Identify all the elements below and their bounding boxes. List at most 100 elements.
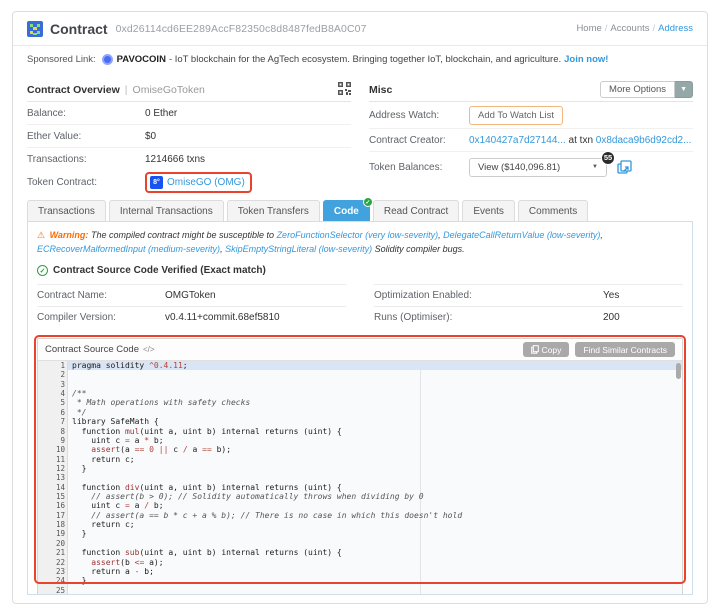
annotation-box-token: 8° OmiseGO (OMG) <box>145 172 252 193</box>
line-number: 8- <box>38 427 71 436</box>
token-contract-row: Token Contract: 8° OmiseGO (OMG) <box>27 171 351 194</box>
code-token: /** <box>72 389 87 399</box>
overview-row-label: Transactions: <box>27 154 87 165</box>
find-similar-contracts-button[interactable]: Find Similar Contracts <box>575 342 675 357</box>
creator-address-link[interactable]: 0x140427a7d27144... <box>469 135 566 146</box>
detail-cell: Compiler Version: v0.4.11+commit.68ef5810 <box>37 306 346 328</box>
line-number-gutter: 1234-567-8-91011121314-15161718192021-22… <box>38 361 71 595</box>
line-number: 2 <box>60 370 65 380</box>
add-to-watch-list-button[interactable]: Add To Watch List <box>469 105 564 125</box>
code-line: } <box>68 529 682 538</box>
line-number: 20 <box>55 538 65 548</box>
creator-at-txn-text: at txn <box>568 134 594 146</box>
breadcrumb-accounts[interactable]: Accounts <box>610 23 649 34</box>
qr-code-icon[interactable] <box>338 81 351 98</box>
compiler-warning: ⚠ Warning: The compiled contract might b… <box>37 229 683 256</box>
code-token: a <box>187 445 203 455</box>
code-editor[interactable]: 1234-567-8-91011121314-15161718192021-22… <box>38 361 682 595</box>
code-token: function <box>72 426 125 436</box>
more-options-caret-icon[interactable]: ▼ <box>675 81 693 98</box>
detail-label: Optimization Enabled: <box>374 290 472 301</box>
balances-caret-icon: ▼ <box>592 164 598 170</box>
code-line: } <box>68 464 682 473</box>
code-line: function div(uint a, uint b) internal re… <box>68 483 682 492</box>
tab-comments[interactable]: Comments <box>517 200 589 221</box>
code-token: ; <box>182 361 188 370</box>
code-content[interactable]: pragma solidity ^0.4.11; /** * Math opera… <box>68 361 682 594</box>
tab-internal-transactions[interactable]: Internal Transactions <box>108 200 224 221</box>
code-token: } <box>72 463 87 473</box>
breadcrumb: Home / Accounts / Address <box>576 23 693 34</box>
code-token: * Math operations with safety checks <box>72 398 251 408</box>
detail-value: v0.4.11+commit.68ef5810 <box>165 312 280 323</box>
code-token: == <box>134 445 145 455</box>
copy-icon <box>530 345 539 354</box>
tab-bar: Transactions Internal Transactions Token T… <box>13 197 707 221</box>
editor-scrollbar[interactable] <box>676 363 681 379</box>
tab-read-contract[interactable]: Read Contract <box>372 200 460 221</box>
sponsored-bar: Sponsored Link: PAVOCOIN - IoT blockchai… <box>13 46 707 72</box>
code-token: return c; <box>72 454 135 464</box>
code-token: b); <box>211 445 232 455</box>
line-number: 16 <box>55 501 65 511</box>
detail-value: OMGToken <box>165 290 216 301</box>
code-token: a <box>129 435 145 445</box>
code-token: b; <box>149 501 164 511</box>
more-options-button[interactable]: More Options ▼ <box>600 81 693 98</box>
tab-token-transfers[interactable]: Token Transfers <box>226 200 320 221</box>
overview-row: Transactions: 1214666 txns <box>27 148 351 171</box>
token-contract-link[interactable]: OmiseGO (OMG) <box>167 177 245 188</box>
warning-text-segment: The compiled contract might be susceptib… <box>90 230 277 240</box>
warning-bug-link[interactable]: SkipEmptyStringLiteral (low-severity) <box>225 244 372 254</box>
code-line: assert(b <= a); <box>68 558 682 567</box>
code-line: uint c = a * b; <box>68 436 682 445</box>
line-number: 19 <box>55 529 65 539</box>
warning-text-segment: , <box>600 230 603 240</box>
expand-token-view-icon[interactable] <box>617 159 632 175</box>
tab-events[interactable]: Events <box>462 200 515 221</box>
warning-bug-link[interactable]: DelegateCallReturnValue (low-severity) <box>443 230 600 240</box>
tab-transactions[interactable]: Transactions <box>27 200 106 221</box>
code-token: function <box>72 482 125 492</box>
code-token: div <box>124 482 140 492</box>
line-number: 11 <box>55 454 65 464</box>
code-token: return c; <box>72 520 135 530</box>
misc-title: Misc <box>369 83 393 96</box>
summary-panels: Contract Overview | OmiseGoToken Balance:… <box>13 72 707 196</box>
pavocoin-icon <box>101 53 113 65</box>
source-code-section: Contract Source Code </> Copy Find Simil… <box>34 335 686 595</box>
overview-row-label: Balance: <box>27 107 66 119</box>
code-token: mul <box>124 426 140 436</box>
overview-row-value: $0 <box>145 130 157 142</box>
code-token: uint c <box>72 501 125 511</box>
token-balances-dropdown[interactable]: View ($140,096.81) ▼ 55 <box>469 150 615 177</box>
token-balances-value[interactable]: View ($140,096.81) <box>478 162 560 173</box>
warning-bug-link[interactable]: ECRecoverMalformedInput (medium-severity… <box>37 244 220 254</box>
line-number: 22 <box>55 557 65 567</box>
creator-txn-link[interactable]: 0x8daca9b6d92cd2... <box>596 135 692 146</box>
code-line: */ <box>68 408 682 417</box>
tab-code[interactable]: Code ✓ <box>322 197 373 221</box>
copy-button[interactable]: Copy <box>522 342 570 357</box>
warning-bug-link[interactable]: ZeroFunctionSelector (very low-severity) <box>277 230 439 240</box>
sponsored-join-link[interactable]: Join now! <box>564 54 608 65</box>
more-options-label[interactable]: More Options <box>600 81 676 98</box>
line-number: 23 <box>55 566 65 576</box>
line-number: 1 <box>60 361 65 370</box>
line-number: 3 <box>60 379 65 389</box>
address-watch-row: Address Watch: Add To Watch List <box>369 102 693 129</box>
overview-row-value: 0 Ether <box>145 107 178 119</box>
line-number: 13 <box>55 473 65 483</box>
overview-subtitle: | OmiseGoToken <box>124 83 205 96</box>
contract-identicon <box>27 20 43 37</box>
code-tab-pane: ⚠ Warning: The compiled contract might b… <box>27 221 693 595</box>
breadcrumb-address[interactable]: Address <box>658 23 693 34</box>
line-number: 18 <box>55 520 65 530</box>
code-token: // assert(a == b * c + a % b); // There … <box>72 510 463 520</box>
code-token: } <box>72 576 87 586</box>
line-number: 25 <box>55 585 65 595</box>
breadcrumb-home[interactable]: Home <box>576 23 601 34</box>
